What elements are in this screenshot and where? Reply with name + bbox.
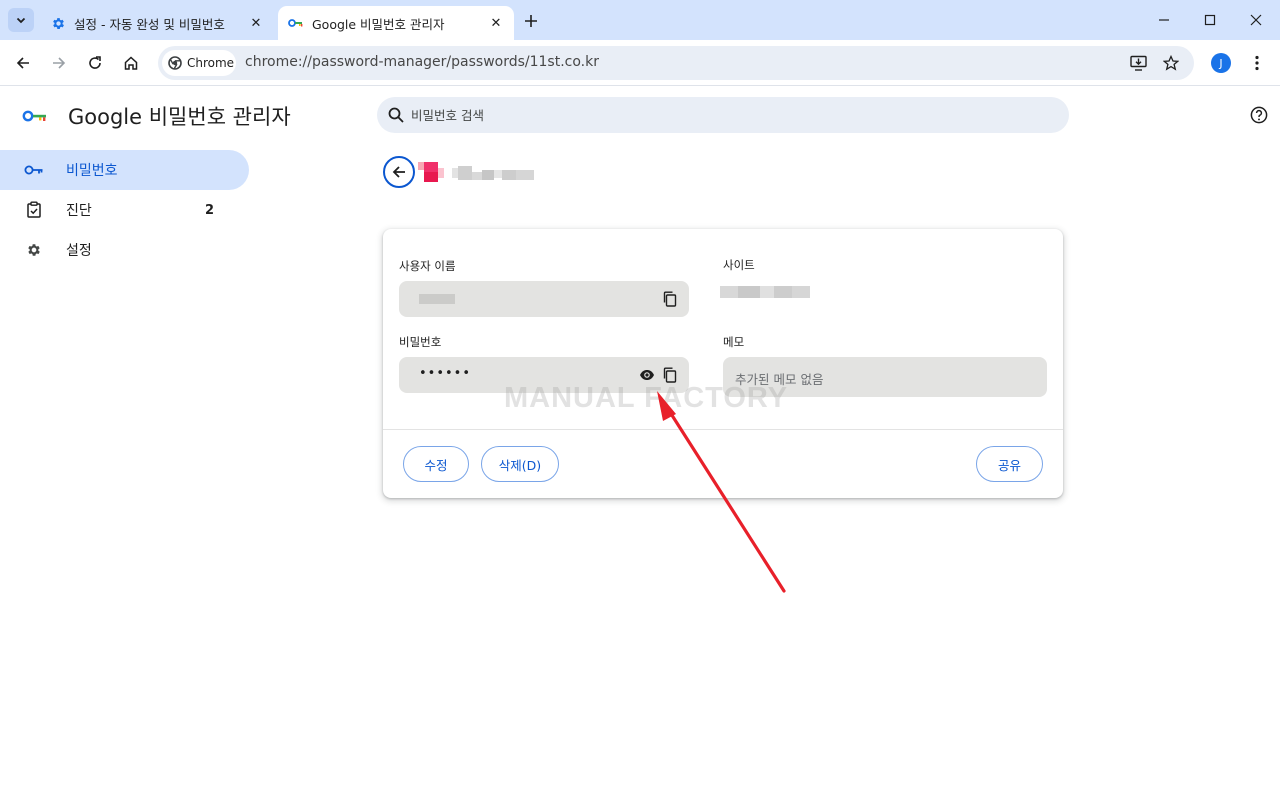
site-favicon-blurred bbox=[418, 160, 444, 184]
url-text[interactable]: chrome://password-manager/passwords/11st… bbox=[245, 54, 599, 70]
arrow-left-icon bbox=[16, 57, 29, 69]
reload-button[interactable] bbox=[83, 51, 107, 75]
more-menu-button[interactable] bbox=[1248, 52, 1266, 74]
maximize-icon bbox=[1204, 14, 1216, 26]
copy-icon bbox=[663, 291, 677, 307]
bookmark-star-icon[interactable] bbox=[1160, 53, 1182, 73]
reload-icon bbox=[89, 56, 101, 69]
tab-title: 설정 - 자동 완성 및 비밀번호 bbox=[74, 16, 225, 32]
key-icon bbox=[24, 160, 44, 180]
address-bar[interactable]: Chrome chrome://password-manager/passwor… bbox=[158, 46, 1194, 80]
profile-avatar[interactable]: J bbox=[1211, 53, 1231, 73]
credential-card: 사용자 이름 사이트 비밀번호 •••••• 메모 추가된 메모 없음 수정 삭… bbox=[383, 229, 1063, 498]
home-button[interactable] bbox=[119, 51, 143, 75]
site-info-chip[interactable]: Chrome bbox=[162, 50, 236, 76]
minimize-button[interactable] bbox=[1141, 6, 1187, 34]
tab-title: Google 비밀번호 관리자 bbox=[312, 16, 445, 32]
install-app-icon[interactable] bbox=[1128, 53, 1150, 73]
password-label: 비밀번호 bbox=[399, 335, 442, 349]
sidebar-item-label: 비밀번호 bbox=[66, 163, 118, 179]
copy-username-button[interactable] bbox=[660, 289, 680, 309]
gear-icon bbox=[50, 15, 66, 31]
sidebar-item-settings[interactable]: 설정 bbox=[0, 230, 250, 270]
tab-settings[interactable]: 설정 - 자동 완성 및 비밀번호 ✕ bbox=[40, 6, 274, 40]
new-tab-button[interactable] bbox=[520, 10, 542, 32]
gear-icon bbox=[24, 240, 44, 260]
checkup-count-badge: 2 bbox=[205, 202, 215, 218]
arrow-left-icon bbox=[392, 166, 405, 178]
sidebar-item-label: 설정 bbox=[66, 243, 92, 259]
maximize-button[interactable] bbox=[1187, 6, 1233, 34]
site-value-blurred bbox=[720, 286, 810, 298]
eye-icon bbox=[640, 370, 654, 380]
forward-button[interactable] bbox=[47, 51, 71, 75]
sidebar-item-passwords[interactable]: 비밀번호 bbox=[0, 150, 249, 190]
browser-toolbar: Chrome chrome://password-manager/passwor… bbox=[0, 40, 1280, 86]
username-field[interactable] bbox=[399, 281, 689, 317]
chevron-down-icon bbox=[16, 17, 26, 24]
site-name-blurred bbox=[452, 166, 534, 180]
search-icon bbox=[387, 106, 405, 124]
chrome-logo-icon bbox=[168, 56, 182, 70]
close-icon[interactable]: ✕ bbox=[246, 13, 266, 33]
edit-button[interactable]: 수정 bbox=[403, 446, 469, 482]
page-title: Google 비밀번호 관리자 bbox=[68, 105, 291, 129]
key-icon bbox=[288, 15, 304, 31]
arrow-right-icon bbox=[53, 57, 66, 69]
share-button[interactable]: 공유 bbox=[976, 446, 1043, 482]
close-icon[interactable]: ✕ bbox=[486, 13, 506, 33]
password-value: •••••• bbox=[419, 366, 472, 381]
chip-label: Chrome bbox=[187, 56, 235, 70]
tab-password-manager[interactable]: Google 비밀번호 관리자 ✕ bbox=[278, 6, 514, 40]
tab-search-button[interactable] bbox=[8, 8, 34, 32]
home-icon bbox=[124, 56, 138, 70]
search-input[interactable] bbox=[411, 97, 1051, 133]
username-label: 사용자 이름 bbox=[399, 259, 456, 273]
more-vert-icon bbox=[1255, 55, 1259, 71]
minimize-icon bbox=[1159, 19, 1169, 21]
delete-button[interactable]: 삭제(D) bbox=[481, 446, 559, 482]
help-icon[interactable] bbox=[1249, 105, 1269, 125]
close-icon bbox=[1250, 14, 1262, 26]
sidebar-item-label: 진단 bbox=[66, 203, 92, 219]
sidebar-item-checkup[interactable]: 진단 2 bbox=[0, 190, 250, 230]
password-search[interactable] bbox=[377, 97, 1069, 133]
username-value-blurred bbox=[419, 294, 455, 304]
watermark: MANUAL FACTORY bbox=[504, 382, 789, 414]
close-window-button[interactable] bbox=[1233, 6, 1279, 34]
card-divider bbox=[383, 429, 1063, 430]
site-label: 사이트 bbox=[723, 258, 755, 272]
checkup-icon bbox=[24, 200, 44, 220]
sidebar: 비밀번호 진단 2 설정 bbox=[0, 150, 250, 270]
plus-icon bbox=[525, 15, 537, 27]
copy-icon bbox=[663, 367, 677, 383]
tab-strip: 설정 - 자동 완성 및 비밀번호 ✕ Google 비밀번호 관리자 ✕ bbox=[0, 0, 1280, 40]
password-manager-logo-icon bbox=[22, 106, 48, 126]
back-button[interactable] bbox=[11, 51, 35, 75]
back-to-list-button[interactable] bbox=[383, 156, 415, 188]
memo-label: 메모 bbox=[723, 335, 745, 349]
